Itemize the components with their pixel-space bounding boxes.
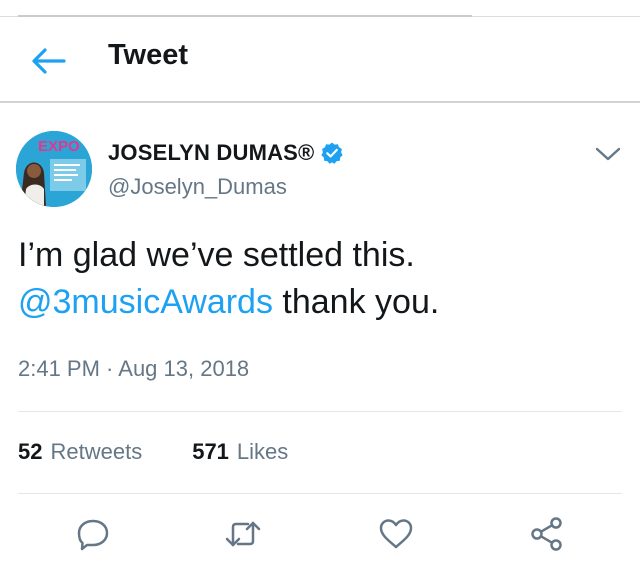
retweets-label: Retweets: [50, 439, 143, 464]
tweet-stats: 52 Retweets 571 Likes: [18, 439, 288, 465]
tweet-text-line-2: @3musicAwards thank you.: [18, 279, 628, 326]
divider: [18, 411, 622, 412]
mention-link[interactable]: @3musicAwards: [18, 283, 273, 321]
author-display-name[interactable]: JOSELYN DUMAS®: [108, 140, 314, 166]
tweet-timestamp[interactable]: 2:41 PM · Aug 13, 2018: [18, 356, 249, 382]
verified-badge-icon: [321, 142, 344, 164]
top-edge-strip: [0, 0, 640, 17]
retweet-button[interactable]: [223, 514, 263, 554]
retweets-count: 52: [18, 439, 43, 464]
author-name-row: JOSELYN DUMAS®: [108, 140, 344, 166]
reply-button[interactable]: [73, 514, 113, 554]
tweet-text: I’m glad we’ve settled this. @3musicAwar…: [18, 232, 628, 326]
arrow-left-icon: [32, 48, 66, 74]
likes-count: 571: [192, 439, 229, 464]
avatar-logo-text: EXPO: [38, 138, 80, 155]
like-button[interactable]: [376, 514, 416, 554]
author-handle[interactable]: @Joselyn_Dumas: [108, 174, 287, 200]
app-header: Tweet: [0, 17, 640, 103]
chevron-down-icon: [595, 147, 621, 161]
back-button[interactable]: [26, 39, 70, 83]
tweet-menu-button[interactable]: [594, 142, 622, 166]
retweet-icon: [225, 521, 261, 547]
avatar[interactable]: EXPO: [16, 131, 92, 207]
likes-label: Likes: [236, 439, 289, 464]
retweets-stat[interactable]: 52 Retweets: [18, 439, 142, 465]
avatar-image: EXPO: [16, 131, 92, 207]
reply-icon: [77, 519, 109, 551]
likes-stat[interactable]: 571 Likes: [192, 439, 288, 465]
tweet-text-line: I’m glad we’ve settled this.: [18, 236, 415, 274]
share-button[interactable]: [527, 514, 567, 554]
page-title: Tweet: [108, 39, 189, 71]
heart-icon: [379, 519, 413, 549]
divider: [18, 493, 622, 494]
share-icon: [531, 517, 562, 551]
tweet-text-tail: thank you.: [272, 283, 440, 321]
